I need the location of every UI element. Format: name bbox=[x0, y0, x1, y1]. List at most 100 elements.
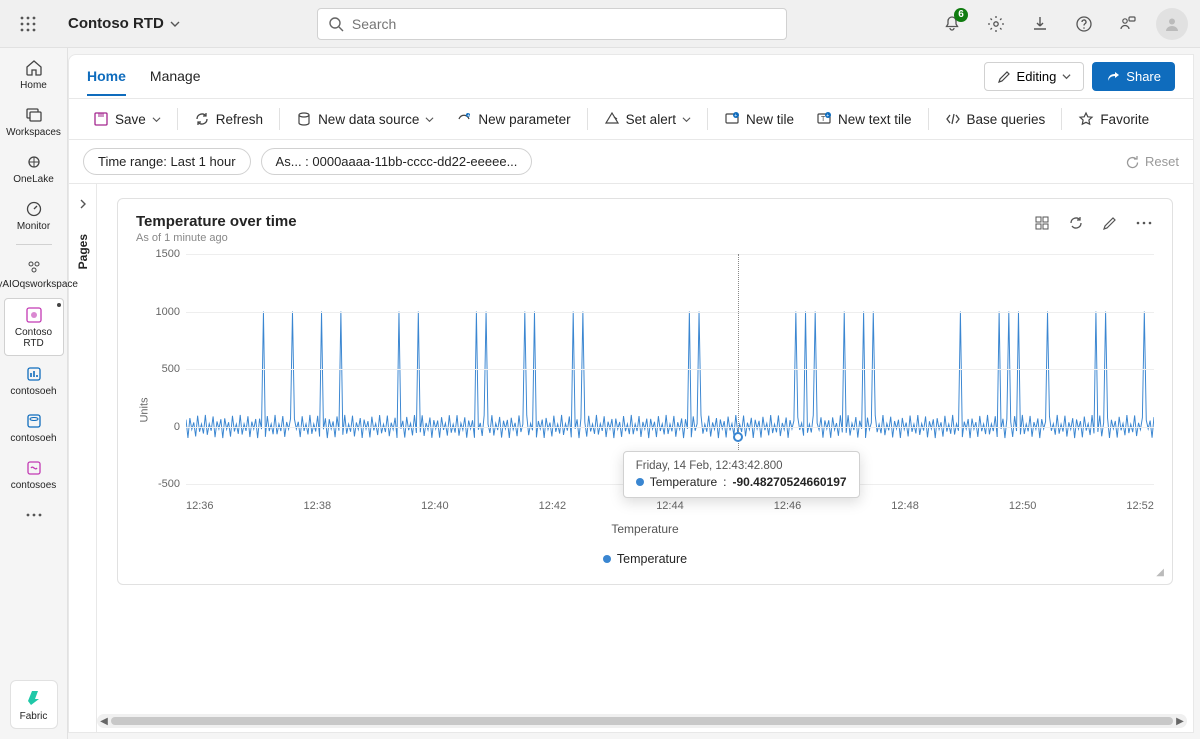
kqldb-icon bbox=[24, 411, 44, 431]
star-icon bbox=[1078, 111, 1094, 127]
nav-contosoes[interactable]: contosoes bbox=[4, 452, 64, 497]
new-tile-button[interactable]: + New tile bbox=[714, 105, 804, 133]
monitor-icon bbox=[24, 199, 44, 219]
fabric-label: Fabric bbox=[20, 711, 48, 722]
fabric-icon bbox=[24, 687, 44, 707]
avatar-icon bbox=[1156, 8, 1188, 40]
editing-mode-button[interactable]: Editing bbox=[984, 62, 1085, 91]
left-nav: Home Workspaces OneLake Monitor myAIOqsw… bbox=[0, 48, 68, 739]
fabric-badge[interactable]: Fabric bbox=[10, 680, 58, 729]
settings-button[interactable] bbox=[980, 8, 1012, 40]
top-bar: Contoso RTD 6 bbox=[0, 0, 1200, 48]
tooltip-timestamp: Friday, 14 Feb, 12:43:42.800 bbox=[636, 460, 847, 472]
tile-explore-button[interactable] bbox=[1032, 213, 1052, 233]
chevron-down-icon bbox=[1062, 72, 1071, 81]
svg-text:+: + bbox=[734, 113, 737, 119]
x-axis-label: Temperature bbox=[136, 522, 1154, 536]
nav-home[interactable]: Home bbox=[4, 52, 64, 97]
new-text-tile-button[interactable]: T+ New text tile bbox=[806, 105, 922, 133]
account-button[interactable] bbox=[1156, 8, 1188, 40]
parameter-icon: + bbox=[456, 111, 472, 127]
search-box[interactable] bbox=[317, 8, 787, 40]
refresh-button[interactable]: Refresh bbox=[184, 105, 273, 133]
filter-bar: Time range: Last 1 hour As... : 0000aaaa… bbox=[69, 140, 1193, 184]
save-button[interactable]: Save bbox=[83, 105, 171, 133]
tile-refresh-button[interactable] bbox=[1066, 213, 1086, 233]
tab-manage[interactable]: Manage bbox=[150, 58, 201, 96]
set-alert-button[interactable]: Set alert bbox=[594, 105, 701, 133]
reset-icon bbox=[1125, 155, 1139, 169]
chart-plot[interactable]: 1500 1000 500 0 -500 Friday, 14 Feb, 12:… bbox=[186, 254, 1154, 484]
pages-rail: Pages bbox=[69, 184, 97, 732]
workspace-name: Contoso RTD bbox=[68, 15, 164, 32]
tab-home[interactable]: Home bbox=[87, 58, 126, 96]
x-axis-ticks: 12:36 12:38 12:40 12:42 12:44 12:46 12:4… bbox=[186, 500, 1154, 512]
grid-icon bbox=[1034, 215, 1050, 231]
chevron-down-icon bbox=[152, 115, 161, 124]
share-label: Share bbox=[1126, 69, 1161, 84]
workspaces-icon bbox=[24, 105, 44, 125]
onelake-icon bbox=[24, 152, 44, 172]
person-feedback-icon bbox=[1119, 15, 1137, 33]
share-icon bbox=[1106, 70, 1120, 84]
refresh-icon bbox=[1068, 215, 1084, 231]
workspace-icon bbox=[24, 257, 44, 277]
nav-monitor[interactable]: Monitor bbox=[4, 193, 64, 238]
scroll-left-icon[interactable]: ◀ bbox=[97, 716, 111, 727]
nav-workspace-item[interactable]: myAIOqsworkspace bbox=[4, 251, 64, 296]
chevron-down-icon bbox=[682, 115, 691, 124]
crosshair bbox=[738, 254, 739, 484]
app-launcher-icon[interactable] bbox=[12, 8, 44, 40]
nav-contosoeh-2[interactable]: contosoeh bbox=[4, 405, 64, 450]
unsaved-indicator-icon bbox=[57, 303, 61, 307]
nav-contosoeh-1[interactable]: contosoeh bbox=[4, 358, 64, 403]
chart-tooltip: Friday, 14 Feb, 12:43:42.800 Temperature… bbox=[623, 451, 860, 498]
nav-contoso-rtd[interactable]: Contoso RTD bbox=[4, 298, 64, 356]
new-data-source-button[interactable]: New data source bbox=[286, 105, 444, 133]
pencil-icon bbox=[1102, 215, 1118, 231]
feedback-button[interactable] bbox=[1112, 8, 1144, 40]
expand-pages-button[interactable] bbox=[73, 194, 93, 214]
chevron-down-icon bbox=[170, 19, 180, 29]
tile-edit-button[interactable] bbox=[1100, 213, 1120, 233]
search-input[interactable] bbox=[352, 16, 776, 32]
notifications-button[interactable]: 6 bbox=[936, 8, 968, 40]
nav-workspaces[interactable]: Workspaces bbox=[4, 99, 64, 144]
toolbar: Save Refresh New data source + New param… bbox=[69, 99, 1193, 140]
download-button[interactable] bbox=[1024, 8, 1056, 40]
asset-filter-pill[interactable]: As... : 0000aaaa-11bb-cccc-dd22-eeeee... bbox=[261, 148, 533, 175]
time-range-pill[interactable]: Time range: Last 1 hour bbox=[83, 148, 251, 175]
save-icon bbox=[93, 111, 109, 127]
series-dot-icon bbox=[636, 478, 644, 486]
search-icon bbox=[328, 16, 344, 32]
dashboard-canvas[interactable]: Temperature over time As of 1 minute ago… bbox=[97, 184, 1193, 732]
nav-onelake[interactable]: OneLake bbox=[4, 146, 64, 191]
legend-dot-icon bbox=[603, 555, 611, 563]
base-queries-button[interactable]: Base queries bbox=[935, 105, 1056, 133]
chart-tile[interactable]: Temperature over time As of 1 minute ago… bbox=[117, 198, 1173, 585]
workspace-switcher[interactable]: Contoso RTD bbox=[68, 15, 180, 32]
scroll-right-icon[interactable]: ▶ bbox=[1173, 716, 1187, 727]
nav-label: contosoeh bbox=[10, 433, 56, 444]
nav-label: myAIOqsworkspace bbox=[0, 279, 78, 290]
nav-label: contosoes bbox=[11, 480, 57, 491]
chevron-down-icon bbox=[425, 115, 434, 124]
download-icon bbox=[1031, 15, 1049, 33]
tooltip-value: -90.48270524660197 bbox=[732, 475, 846, 489]
dashboard-icon bbox=[24, 305, 44, 325]
help-button[interactable] bbox=[1068, 8, 1100, 40]
help-icon bbox=[1075, 15, 1093, 33]
pencil-icon bbox=[997, 70, 1011, 84]
resize-handle-icon[interactable]: ◢ bbox=[1156, 567, 1164, 578]
nav-more[interactable] bbox=[4, 499, 64, 531]
tile-more-button[interactable] bbox=[1134, 213, 1154, 233]
new-parameter-button[interactable]: + New parameter bbox=[446, 105, 580, 133]
horizontal-scrollbar[interactable]: ◀ ▶ bbox=[97, 714, 1187, 728]
favorite-button[interactable]: Favorite bbox=[1068, 105, 1159, 133]
reset-button[interactable]: Reset bbox=[1125, 154, 1179, 169]
code-icon bbox=[945, 111, 961, 127]
hover-marker bbox=[733, 432, 743, 442]
scrollbar-thumb[interactable] bbox=[111, 717, 1173, 725]
share-button[interactable]: Share bbox=[1092, 62, 1175, 91]
alert-icon bbox=[604, 111, 620, 127]
